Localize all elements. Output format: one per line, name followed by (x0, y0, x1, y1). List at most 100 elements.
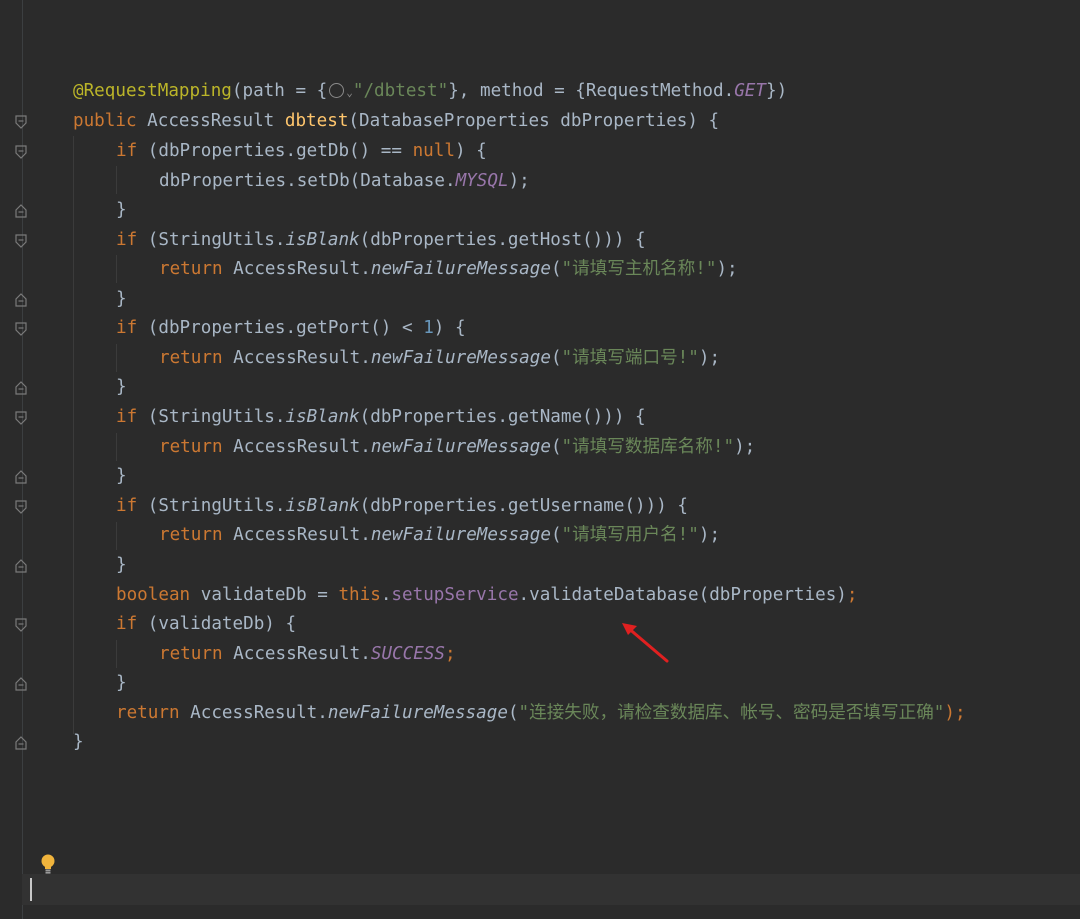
static-method-token: isBlank (285, 496, 360, 516)
code-token: (dbProperties.getHost())) { (359, 230, 646, 250)
code-token: (StringUtils. (137, 496, 286, 516)
code-token: ); (734, 437, 756, 457)
code-token: ); (944, 703, 966, 723)
keyword-token: return (159, 525, 223, 545)
static-method-token: newFailureMessage (370, 437, 551, 457)
indent-guide (116, 344, 117, 372)
fold-marker-icon[interactable] (15, 411, 27, 425)
static-field-token: GET (734, 81, 766, 101)
code-token: AccessResult. (222, 259, 371, 279)
code-token: }, method = {RequestMethod. (448, 81, 735, 101)
fold-marker-icon[interactable] (15, 204, 27, 218)
code-line: public AccessResult dbtest(DatabasePrope… (73, 106, 719, 136)
keyword-token: if (116, 318, 138, 338)
red-arrow-annotation (622, 623, 669, 663)
code-line: if (dbProperties.getPort() < 1) { (116, 313, 466, 343)
static-method-token: isBlank (285, 407, 360, 427)
fold-marker-icon[interactable] (15, 115, 27, 129)
code-line: if (validateDb) { (116, 609, 296, 639)
code-line: dbProperties.setDb(Database.MYSQL); (159, 166, 530, 196)
code-token: dbProperties.setDb(Database. (159, 171, 456, 191)
code-token: } (116, 555, 127, 575)
chevron-down-icon[interactable]: ⌄ (346, 86, 353, 99)
fold-marker-icon[interactable] (15, 559, 27, 573)
text-caret (30, 878, 32, 901)
keyword-token: if (116, 141, 138, 161)
code-token: AccessResult. (222, 348, 371, 368)
code-token: (path = { (231, 81, 328, 101)
fold-marker-icon[interactable] (15, 234, 27, 248)
code-token: ); (698, 348, 721, 368)
annotation-token: @RequestMapping (73, 81, 232, 101)
code-line: boolean validateDb = this.setupService.v… (116, 580, 858, 610)
keyword-token: if (116, 614, 138, 634)
keyword-token: return (116, 703, 180, 723)
fold-marker-icon[interactable] (15, 381, 27, 395)
gutter-divider (22, 0, 23, 919)
code-token: validateDb = (190, 585, 339, 605)
fold-marker-icon[interactable] (15, 677, 27, 691)
code-line: } (73, 727, 84, 757)
code-line: @RequestMapping(path = { ⌄"/dbtest"}, met… (73, 76, 787, 106)
code-line: if (StringUtils.isBlank(dbProperties.get… (116, 402, 646, 432)
static-method-token: newFailureMessage (327, 703, 508, 723)
code-line: } (116, 195, 127, 225)
code-line: if (dbProperties.getDb() == null) { (116, 136, 487, 166)
fold-marker-icon[interactable] (15, 500, 27, 514)
code-token: (StringUtils. (137, 407, 286, 427)
code-token: ( (550, 525, 562, 545)
keyword-token: boolean (116, 585, 191, 605)
fold-marker-icon[interactable] (15, 145, 27, 159)
current-line-highlight (22, 874, 1080, 905)
fold-marker-icon[interactable] (15, 618, 27, 632)
fold-marker-icon[interactable] (15, 322, 27, 336)
code-line: if (StringUtils.isBlank(dbProperties.get… (116, 491, 688, 521)
code-line: return AccessResult.newFailureMessage("连… (116, 698, 966, 728)
indent-guide (116, 522, 117, 550)
code-token: AccessResult (136, 111, 285, 131)
code-line: if (StringUtils.isBlank(dbProperties.get… (116, 225, 646, 255)
code-token: } (116, 200, 127, 220)
code-token: ) { (454, 141, 487, 161)
number-token: 1 (423, 318, 434, 338)
code-token: AccessResult. (179, 703, 328, 723)
globe-icon[interactable] (329, 83, 345, 98)
code-line: } (116, 461, 127, 491)
indent-guide (116, 255, 117, 283)
code-line: } (116, 668, 127, 698)
code-token: (dbProperties.getDb() == (137, 141, 413, 161)
code-token: ); (508, 171, 530, 191)
code-line: return AccessResult.newFailureMessage("请… (159, 432, 755, 462)
code-token: (dbProperties.getUsername())) { (359, 496, 689, 516)
code-token: } (116, 466, 127, 486)
code-line: return AccessResult.SUCCESS; (159, 639, 456, 669)
fold-marker-icon[interactable] (15, 293, 27, 307)
string-token: "请填写数据库名称!" (561, 437, 735, 457)
fold-marker-icon[interactable] (15, 470, 27, 484)
fold-marker-icon[interactable] (15, 736, 27, 750)
code-token: } (116, 673, 127, 693)
string-token: "请填写用户名!" (561, 525, 699, 545)
code-token: } (73, 732, 84, 752)
static-method-token: newFailureMessage (370, 348, 551, 368)
string-token: "/dbtest" (352, 81, 449, 101)
indent-guide (116, 166, 117, 194)
indent-guide (116, 640, 117, 668)
code-token: ) { (433, 318, 466, 338)
keyword-token: null (412, 141, 455, 161)
code-token: (dbProperties.getName())) { (359, 407, 646, 427)
keyword-token: this (338, 585, 381, 605)
keyword-token: if (116, 230, 138, 250)
keyword-token: return (159, 348, 223, 368)
code-token: ); (698, 525, 721, 545)
code-token: AccessResult. (222, 644, 371, 664)
code-token: (dbProperties.getPort() < (137, 318, 424, 338)
string-token: "请填写主机名称!" (561, 259, 717, 279)
keyword-token: if (116, 407, 138, 427)
lightbulb-icon[interactable] (40, 854, 56, 876)
code-token: AccessResult. (222, 525, 371, 545)
code-token: ( (507, 703, 519, 723)
code-token: } (116, 289, 127, 309)
keyword-token: public (73, 111, 137, 131)
static-field-token: MYSQL (455, 171, 509, 191)
